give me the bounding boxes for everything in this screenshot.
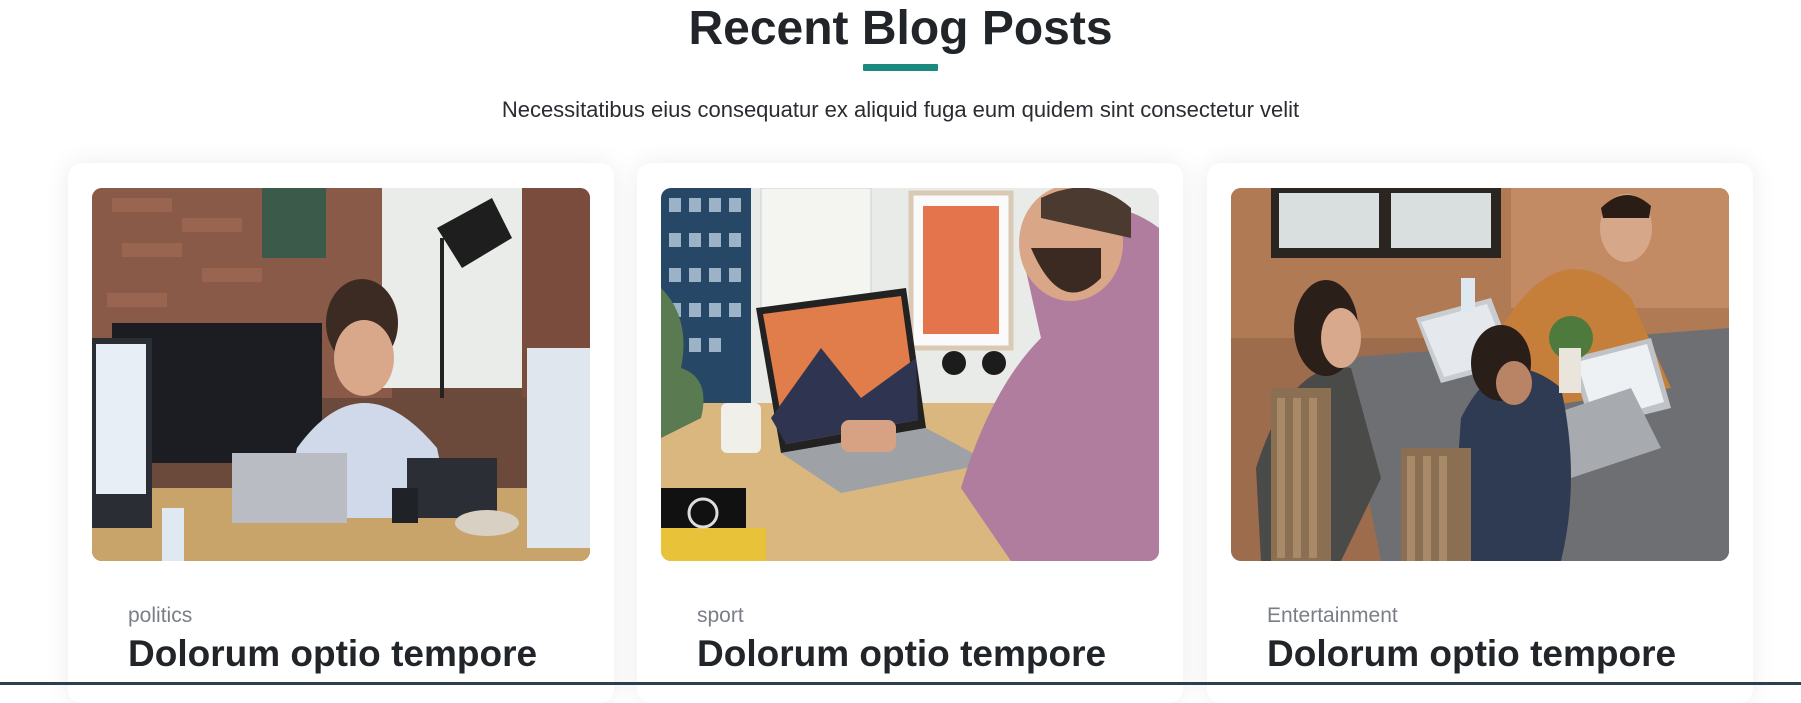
- post-image[interactable]: [661, 188, 1159, 561]
- section-header: Recent Blog Posts Necessitatibus eius co…: [0, 0, 1801, 123]
- post-image[interactable]: [1231, 188, 1729, 561]
- post-category[interactable]: politics: [128, 604, 192, 628]
- post-category[interactable]: sport: [697, 604, 744, 628]
- blog-post-card[interactable]: sport Dolorum optio tempore: [637, 163, 1183, 703]
- post-image[interactable]: [92, 188, 590, 561]
- post-title[interactable]: Dolorum optio tempore: [697, 633, 1106, 675]
- section-title: Recent Blog Posts: [688, 2, 1113, 55]
- blog-post-card[interactable]: politics Dolorum optio tempore: [68, 163, 614, 703]
- post-category[interactable]: Entertainment: [1267, 604, 1398, 628]
- blog-post-card[interactable]: Entertainment Dolorum optio tempore: [1207, 163, 1753, 703]
- title-underline: [863, 64, 938, 71]
- post-title[interactable]: Dolorum optio tempore: [128, 633, 537, 675]
- post-title[interactable]: Dolorum optio tempore: [1267, 633, 1676, 675]
- section-subtitle: Necessitatibus eius consequatur ex aliqu…: [501, 97, 1300, 122]
- blog-post-grid: politics Dolorum optio tempore sport Dol…: [68, 163, 1754, 703]
